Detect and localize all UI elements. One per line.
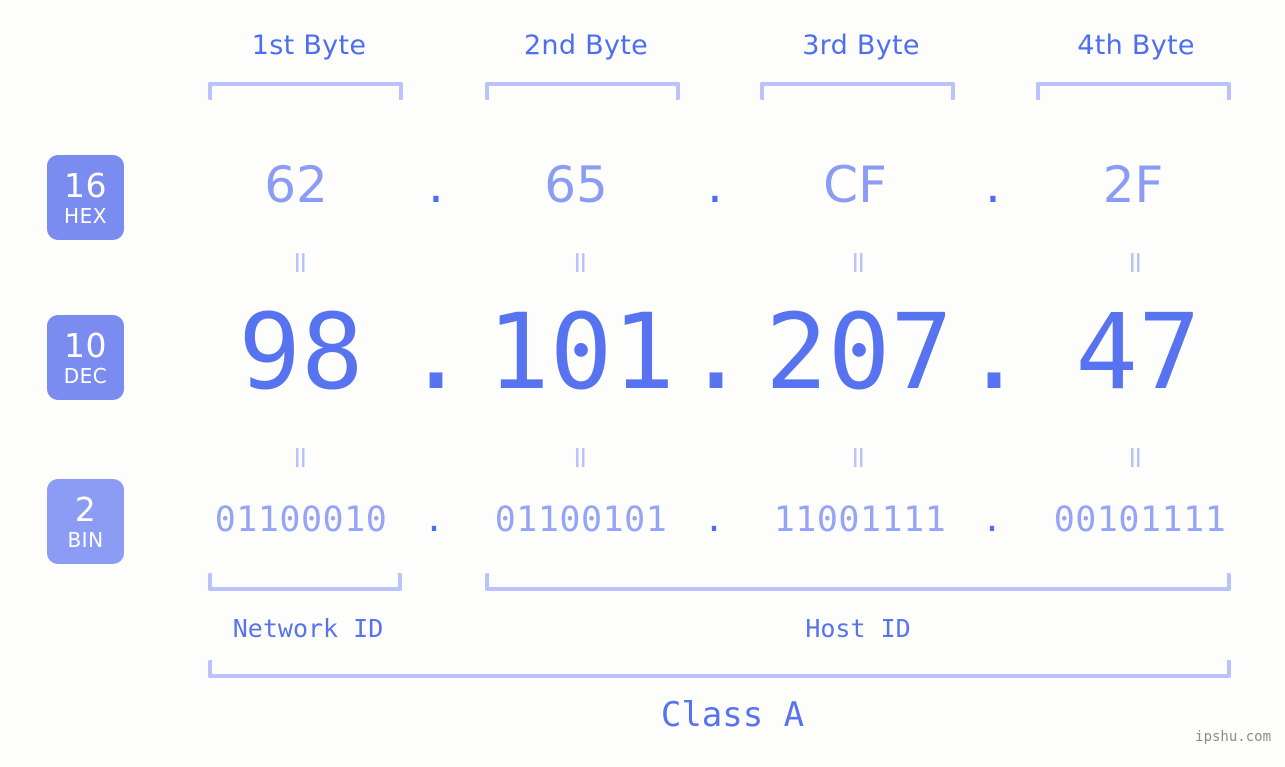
radix-badge-hex-number: 16 xyxy=(64,166,107,205)
byte-header-2: 2nd Byte xyxy=(523,30,649,61)
hex-byte-2: 65 xyxy=(544,156,608,214)
radix-badge-bin: 2 BIN xyxy=(47,479,124,564)
bin-separator-1: . xyxy=(423,500,445,540)
site-watermark: ipshu.com xyxy=(1195,729,1271,745)
radix-badge-hex-name: HEX xyxy=(64,204,107,228)
class-bracket xyxy=(208,660,1231,678)
dec-byte-3: 207 xyxy=(765,291,953,413)
byte-header-1: 1st Byte xyxy=(251,30,367,61)
radix-badge-bin-name: BIN xyxy=(67,528,104,552)
network-id-bracket xyxy=(208,573,402,591)
hex-byte-3: CF xyxy=(823,156,887,214)
bin-separator-3: . xyxy=(981,500,1003,540)
dec-byte-2: 101 xyxy=(487,291,675,413)
radix-badge-bin-number: 2 xyxy=(74,490,97,529)
radix-badge-dec: 10 DEC xyxy=(47,315,124,400)
equals-mark-hex-dec-2: = xyxy=(563,250,598,276)
bin-byte-1: 01100010 xyxy=(214,500,388,540)
byte-bracket-2 xyxy=(485,82,680,100)
radix-badge-dec-name: DEC xyxy=(63,364,108,388)
equals-mark-hex-dec-4: = xyxy=(1118,250,1153,276)
bin-byte-3: 11001111 xyxy=(773,500,947,540)
class-label: Class A xyxy=(660,695,805,735)
hex-byte-4: 2F xyxy=(1102,156,1164,214)
hex-separator-1: . xyxy=(428,156,444,214)
hex-byte-1: 62 xyxy=(264,156,328,214)
byte-header-3: 3rd Byte xyxy=(802,30,920,61)
dec-byte-1: 98 xyxy=(238,291,364,413)
bin-separator-2: . xyxy=(703,500,725,540)
radix-badge-dec-number: 10 xyxy=(64,326,107,365)
dec-byte-4: 47 xyxy=(1075,291,1201,413)
byte-bracket-3 xyxy=(760,82,955,100)
equals-mark-hex-dec-1: = xyxy=(283,250,318,276)
hex-separator-2: . xyxy=(707,156,723,214)
network-id-label: Network ID xyxy=(232,614,384,643)
bin-byte-2: 01100101 xyxy=(494,500,668,540)
host-id-label: Host ID xyxy=(805,614,911,643)
byte-header-4: 4th Byte xyxy=(1077,30,1195,61)
host-id-bracket xyxy=(485,573,1231,591)
hex-separator-3: . xyxy=(985,156,1001,214)
bin-byte-4: 00101111 xyxy=(1053,500,1227,540)
byte-bracket-4 xyxy=(1036,82,1231,100)
equals-mark-dec-bin-2: = xyxy=(563,445,598,471)
equals-mark-dec-bin-4: = xyxy=(1118,445,1153,471)
ip-breakdown-diagram: 1st Byte 2nd Byte 3rd Byte 4th Byte 16 H… xyxy=(0,0,1285,767)
equals-mark-dec-bin-1: = xyxy=(283,445,318,471)
equals-mark-dec-bin-3: = xyxy=(841,445,876,471)
byte-bracket-1 xyxy=(208,82,403,100)
equals-mark-hex-dec-3: = xyxy=(841,250,876,276)
radix-badge-hex: 16 HEX xyxy=(47,155,124,240)
